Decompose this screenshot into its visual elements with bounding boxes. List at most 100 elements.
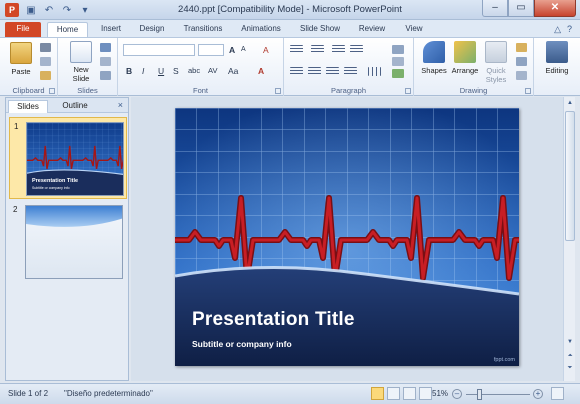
align-center-icon[interactable] <box>308 67 321 76</box>
drawing-dialog-launcher[interactable] <box>525 88 531 94</box>
status-bar: Slide 1 of 2 "Diseño predeterminado" 51%… <box>0 383 580 404</box>
slide-subtitle[interactable]: Subtitle or company info <box>192 339 292 349</box>
shape-fill-icon[interactable] <box>516 43 527 52</box>
font-dialog-launcher[interactable] <box>275 88 281 94</box>
quick-styles-label-2[interactable]: Styles <box>478 75 514 84</box>
normal-view-icon[interactable] <box>371 387 384 400</box>
arrange-icon[interactable] <box>454 41 476 63</box>
font-group-label: Font <box>192 86 208 95</box>
change-case-button[interactable]: Aa <box>228 66 238 76</box>
tab-outline[interactable]: Outline <box>54 100 96 113</box>
slide-title[interactable]: Presentation Title <box>192 309 355 331</box>
minimize-ribbon-icon[interactable]: △ <box>554 24 561 35</box>
shapes-icon[interactable] <box>423 41 445 63</box>
italic-button[interactable]: I <box>142 66 144 76</box>
zoom-slider-handle[interactable] <box>477 389 482 400</box>
reading-view-icon[interactable] <box>403 387 416 400</box>
align-right-icon[interactable] <box>326 67 339 76</box>
paragraph-dialog-launcher[interactable] <box>405 88 411 94</box>
quick-styles-label-1[interactable]: Quick <box>478 66 514 75</box>
slide-sorter-view-icon[interactable] <box>387 387 400 400</box>
slide-thumbnail-image: Presentation Title Subtitle or company i… <box>26 122 124 196</box>
character-spacing-button[interactable]: AV <box>208 66 217 75</box>
current-slide[interactable]: Presentation Title Subtitle or company i… <box>175 108 519 366</box>
clipboard-dialog-launcher[interactable] <box>49 88 55 94</box>
zoom-slider-track[interactable] <box>466 394 530 395</box>
next-slide-icon[interactable]: ⏷ <box>565 363 575 373</box>
slide-number: 2 <box>13 205 18 214</box>
slides-group: New Slide Slides <box>58 38 118 96</box>
increase-indent-icon[interactable] <box>350 45 363 54</box>
numbering-icon[interactable] <box>311 45 324 54</box>
slide-show-view-icon[interactable] <box>419 387 432 400</box>
align-text-icon[interactable] <box>392 57 404 66</box>
editing-button[interactable]: Editing <box>536 66 578 75</box>
zoom-out-icon[interactable]: – <box>452 389 462 399</box>
section-icon[interactable] <box>100 71 111 80</box>
decrease-indent-icon[interactable] <box>332 45 345 54</box>
font-size-select[interactable] <box>198 44 224 56</box>
grow-font-icon[interactable]: A <box>229 45 235 55</box>
format-painter-icon[interactable] <box>40 71 51 80</box>
scroll-down-arrow-icon[interactable]: ▼ <box>565 337 575 347</box>
tab-home[interactable]: Home <box>47 22 88 37</box>
maximize-button[interactable]: ▭ <box>508 0 534 17</box>
close-button[interactable]: ✕ <box>534 0 576 17</box>
tab-animations[interactable]: Animations <box>237 22 285 37</box>
paste-button[interactable]: Paste <box>2 67 40 76</box>
zoom-level[interactable]: 51% <box>432 389 448 398</box>
scrollbar-thumb[interactable] <box>565 111 575 241</box>
columns-icon[interactable] <box>368 67 381 76</box>
bullets-icon[interactable] <box>290 45 303 54</box>
align-left-icon[interactable] <box>290 67 303 76</box>
close-panel-icon[interactable]: × <box>118 100 123 110</box>
zoom-in-icon[interactable]: + <box>533 389 543 399</box>
tab-view[interactable]: View <box>400 22 428 37</box>
copy-icon[interactable] <box>40 57 51 66</box>
font-color-button[interactable]: A <box>258 66 264 76</box>
new-slide-label-2[interactable]: Slide <box>62 74 100 83</box>
strikethrough-button[interactable]: S <box>173 66 179 76</box>
underline-button[interactable]: U <box>158 66 164 76</box>
shape-outline-icon[interactable] <box>516 57 527 66</box>
tab-design[interactable]: Design <box>133 22 171 37</box>
bold-button[interactable]: B <box>126 66 132 76</box>
justify-icon[interactable] <box>344 67 357 76</box>
tab-review[interactable]: Review <box>355 22 389 37</box>
tab-slide-show[interactable]: Slide Show <box>296 22 344 37</box>
new-slide-label-1[interactable]: New <box>62 65 100 74</box>
font-name-select[interactable] <box>123 44 195 56</box>
tab-insert[interactable]: Insert <box>93 22 129 37</box>
fit-to-window-icon[interactable] <box>551 387 564 400</box>
scroll-up-arrow-icon[interactable]: ▲ <box>565 98 575 108</box>
ribbon: Paste Clipboard New Slide Slides A A A B… <box>0 37 580 96</box>
slide-thumbnail-1[interactable]: 1 Presentation Title Subtitle or company… <box>9 117 127 199</box>
slide-thumbnail-2[interactable]: 2 <box>9 201 127 283</box>
title-bar: P ▣ ↶ ↷ ▾ 2440.ppt [Compatibility Mode] … <box>0 0 580 20</box>
previous-slide-icon[interactable]: ⏶ <box>565 351 575 361</box>
paragraph-group-label: Paragraph <box>330 86 367 95</box>
tab-slides[interactable]: Slides <box>8 100 48 113</box>
tab-file[interactable]: File <box>5 22 41 37</box>
text-shadow-button[interactable]: abc <box>188 66 200 75</box>
editing-group: Editing <box>534 38 580 96</box>
help-icon[interactable]: ? <box>567 24 572 35</box>
shape-effects-icon[interactable] <box>516 71 527 80</box>
theme-name[interactable]: "Diseño predeterminado" <box>64 389 153 398</box>
find-binoculars-icon[interactable] <box>546 41 568 63</box>
clear-formatting-icon[interactable]: A <box>263 45 269 55</box>
panel-tabs: Slides Outline × <box>6 98 128 113</box>
slide-watermark: fppt.com <box>493 357 515 363</box>
cut-icon[interactable] <box>40 43 51 52</box>
text-direction-icon[interactable] <box>392 45 404 54</box>
paste-icon[interactable] <box>10 42 32 64</box>
minimize-button[interactable]: – <box>482 0 508 17</box>
reset-icon[interactable] <box>100 57 111 66</box>
layout-icon[interactable] <box>100 43 111 52</box>
shrink-font-icon[interactable]: A <box>241 46 246 53</box>
quick-styles-icon[interactable] <box>485 41 507 63</box>
smartart-icon[interactable] <box>392 69 404 78</box>
vertical-scrollbar[interactable]: ▲ ▼ ⏶ ⏷ <box>563 97 575 381</box>
tab-transitions[interactable]: Transitions <box>178 22 228 37</box>
new-slide-icon[interactable] <box>70 41 92 63</box>
